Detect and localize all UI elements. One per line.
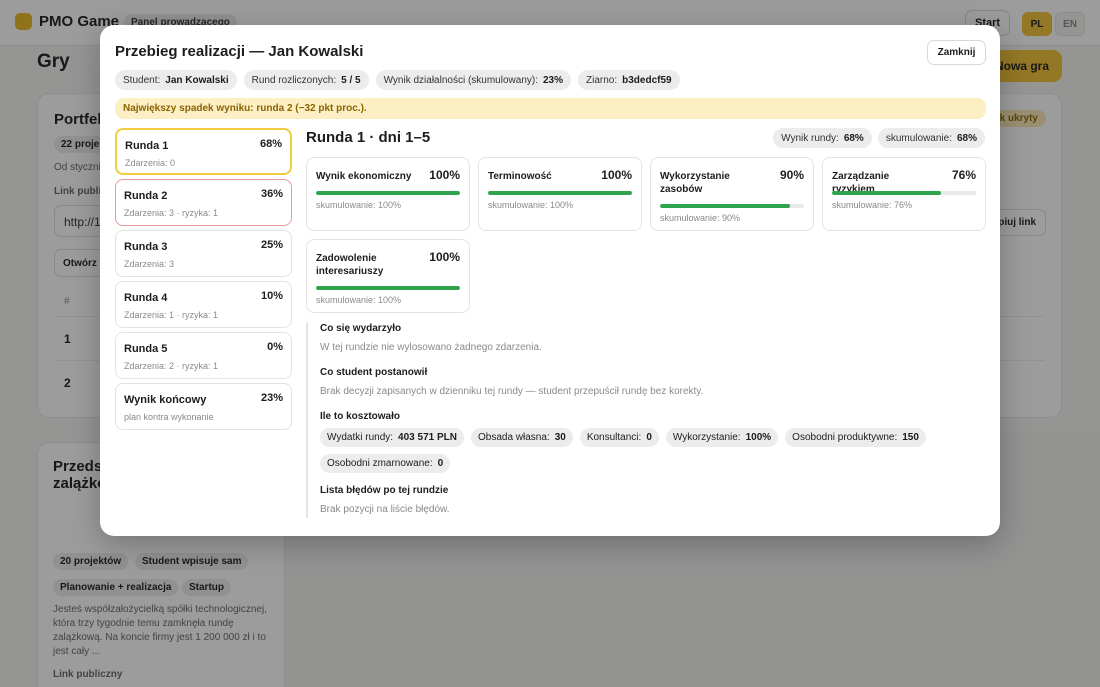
largest-drop-warning: Największy spadek wyniku: runda 2 (−32 p… (115, 98, 986, 119)
cost-pill: Obsada własna: 30 (470, 428, 573, 447)
errors-heading: Lista błędów po tej rundzie (320, 485, 449, 496)
cost-pill: Wydatki rundy: 403 571 PLN (320, 428, 464, 447)
metric-progress-bar (660, 204, 804, 208)
cost-pills: Osobodni zmarnowane: 0 (320, 454, 451, 473)
metric-progress-bar (832, 191, 976, 195)
metric-card-resources: Wykorzystanie zasobów 90% skumulowanie: 9… (650, 157, 814, 231)
round-score-pill: Wynik rundy: 68% (773, 128, 872, 148)
summary-stats: Student: Jan Kowalski Rund rozliczonych: 5… (115, 70, 680, 90)
cost-pill: Konsultanci: 0 (579, 428, 659, 447)
cost-heading: Ile to kosztowało (320, 411, 401, 422)
round-item-4[interactable]: Runda 4 10% Zdarzenia: 1 · ryzyka: 1 (115, 281, 292, 328)
errors-text: Brak pozycji na liście błędów. (320, 504, 450, 515)
round-detail-pills: Wynik rundy: 68% skumulowanie: 68% (773, 128, 985, 148)
what-happened-heading: Co się wydarzyło (320, 323, 402, 334)
metric-progress-bar (316, 191, 460, 195)
rounds-list: Runda 1 68% Zdarzenia: 0 Runda 2 36% Zdarzen… (115, 128, 292, 434)
metric-card-economic: Wynik ekonomiczny 100% skumulowanie: 100% (306, 157, 470, 231)
metric-card-risk: Zarządzanie ryzykiem 76% skumulowanie: 76… (822, 157, 986, 231)
round-cumulative-pill: skumulowanie: 68% (877, 128, 985, 148)
cost-pill: Osobodni zmarnowane: 0 (320, 454, 451, 473)
what-happened-text: W tej rundzie nie wylosowano żadnego zda… (320, 342, 542, 353)
round-item-3[interactable]: Runda 3 25% Zdarzenia: 3 (115, 230, 292, 277)
round-item-5[interactable]: Runda 5 0% Zdarzenia: 2 · ryzyka: 1 (115, 332, 292, 379)
metric-progress-bar (316, 286, 460, 290)
cost-pill: Wykorzystanie: 100% (665, 428, 779, 447)
round-log: Co się wydarzyło W tej rundzie nie wylos… (306, 323, 986, 518)
round-item-1[interactable]: Runda 1 68% Zdarzenia: 0 (115, 128, 292, 175)
metric-progress-bar (488, 191, 632, 195)
decision-heading: Co student postanowił (320, 367, 428, 378)
modal-title: Przebieg realizacji — Jan Kowalski (115, 43, 364, 60)
progress-modal: Przebieg realizacji — Jan Kowalski Zamkn… (100, 25, 1000, 536)
decision-text: Brak decyzji zapisanych w dzienniku tej … (320, 386, 704, 397)
cost-pill: Osobodni produktywne: 150 (785, 428, 926, 447)
stat-cumulative-score: Wynik działalności (skumulowany): 23% (375, 70, 571, 90)
cost-pills: Wydatki rundy: 403 571 PLN Obsada własna:… (320, 428, 926, 447)
round-item-final[interactable]: Wynik końcowy 23% plan kontra wykonanie (115, 383, 292, 430)
stat-seed: Ziarno: b3dedcf59 (578, 70, 680, 90)
round-item-2[interactable]: Runda 2 36% Zdarzenia: 3 · ryzyka: 1 (115, 179, 292, 226)
round-detail-title: Runda 1 · dni 1–5 (306, 129, 431, 146)
close-button[interactable]: Zamknij (927, 40, 986, 65)
stat-student: Student: Jan Kowalski (115, 70, 237, 90)
stat-rounds: Rund rozliczonych: 5 / 5 (243, 70, 369, 90)
metric-card-timeliness: Terminowość 100% skumulowanie: 100% (478, 157, 642, 231)
metric-card-stakeholders: Zadowolenie interesariuszy 100% skumulowa… (306, 239, 470, 313)
